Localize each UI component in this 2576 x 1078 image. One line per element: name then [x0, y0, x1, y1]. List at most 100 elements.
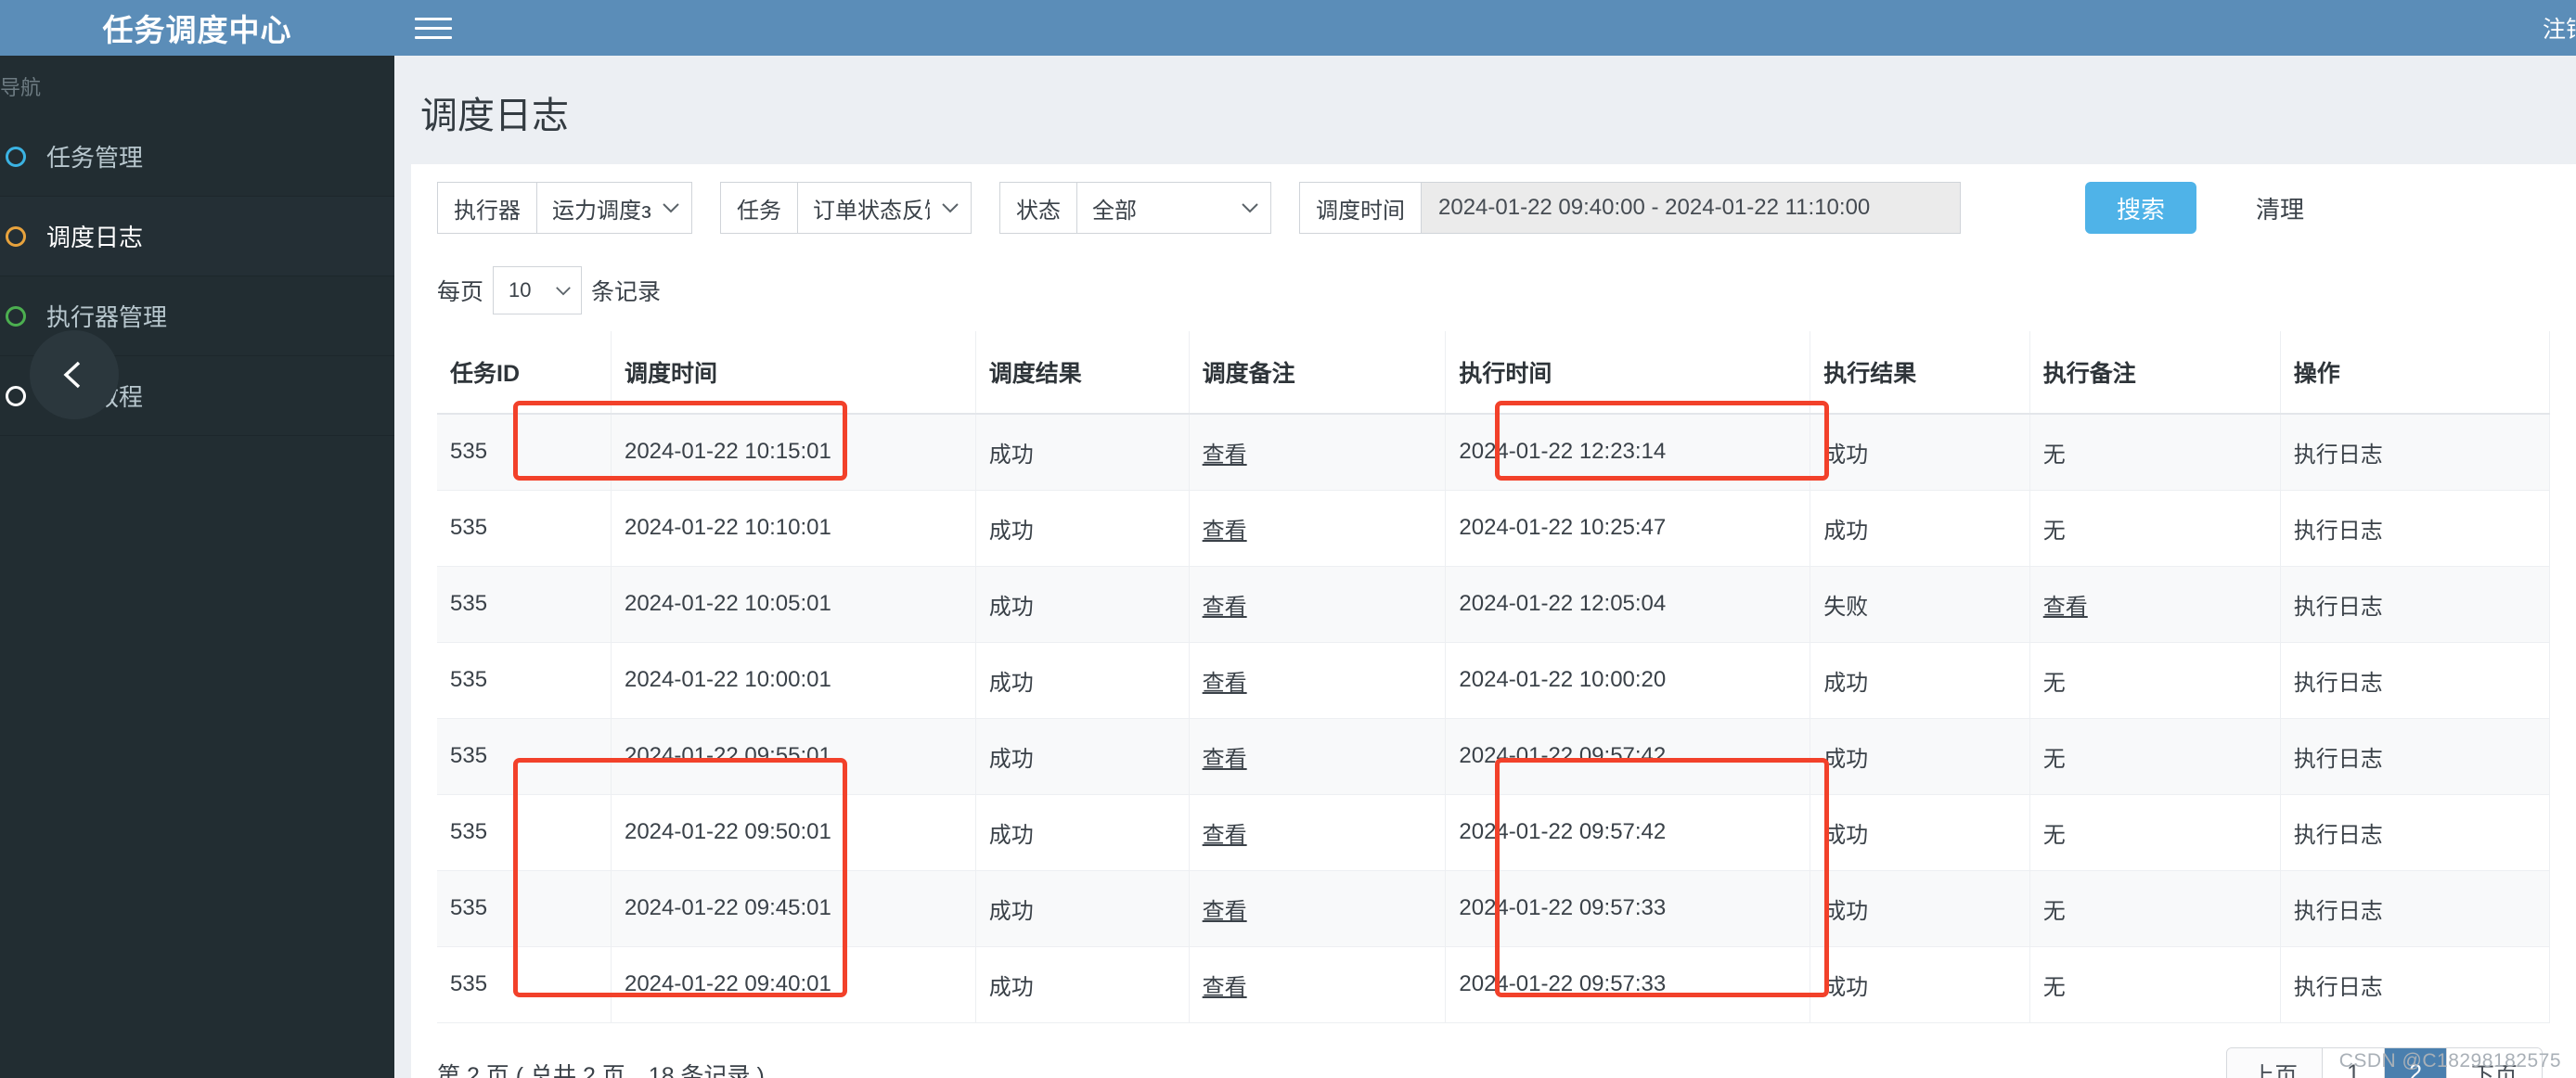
cell-sched-time: 2024-01-22 10:05:01	[611, 566, 976, 643]
logout-link[interactable]: 注销	[2543, 11, 2576, 45]
filter-status: 状态 全部	[999, 182, 1271, 234]
column-header-job-id: 任务ID	[437, 331, 612, 415]
watermark: CSDN @C18298182575	[2338, 1050, 2561, 1072]
cell-exec-time: 2024-01-22 12:05:04	[1445, 566, 1811, 643]
cell-sched-result: 成功	[975, 794, 1190, 871]
filter-status-value: 全部	[1092, 198, 1137, 224]
cell-exec-remark[interactable]: 查看	[2029, 566, 2281, 643]
cell-exec-remark: 无	[2029, 946, 2281, 1023]
cell-exec-remark: 无	[2029, 794, 2281, 871]
cell-sched-time: 2024-01-22 09:55:01	[611, 718, 976, 795]
cell-job-id[interactable]: 535	[437, 946, 612, 1023]
cell-job-id[interactable]: 535	[437, 870, 612, 947]
clear-button[interactable]: 清理	[2224, 182, 2336, 234]
cell-job-id[interactable]: 535	[437, 642, 612, 719]
cell-exec-remark: 无	[2029, 642, 2281, 719]
page-title: 调度日志	[420, 96, 569, 136]
hamburger-line	[415, 26, 452, 30]
cell-exec-remark: 无	[2029, 718, 2281, 795]
hamburger-icon[interactable]	[415, 12, 452, 44]
filter-executor: 执行器 运力调度з	[437, 182, 692, 234]
search-button[interactable]: 搜索	[2085, 182, 2197, 234]
circle-icon	[6, 225, 26, 247]
cell-operation[interactable]: 执行日志	[2280, 566, 2551, 643]
main-content: 调度日志 执行器 运力调度з 任务 订单状态反 状态 全部 调度时间 2024-…	[394, 56, 2576, 1078]
cell-operation[interactable]: 执行日志	[2280, 490, 2551, 567]
chevron-down-icon	[1242, 203, 1258, 213]
page-size-select[interactable]: 10	[493, 266, 583, 314]
cell-sched-remark[interactable]: 查看	[1189, 490, 1447, 567]
cell-operation[interactable]: 执行日志	[2280, 870, 2551, 947]
table-row: 535 2024-01-22 10:15:01 成功 查看 2024-01-22…	[437, 414, 2551, 491]
cell-operation[interactable]: 执行日志	[2280, 794, 2551, 871]
cell-job-id[interactable]: 535	[437, 414, 612, 491]
cell-operation[interactable]: 执行日志	[2280, 946, 2551, 1023]
cell-sched-remark[interactable]: 查看	[1189, 718, 1447, 795]
column-header-sched-time: 调度时间	[611, 331, 976, 415]
column-header-exec-result: 执行结果	[1810, 331, 2030, 415]
brand-title: 任务调度中心	[0, 0, 394, 56]
cell-sched-result: 成功	[975, 490, 1190, 567]
cell-sched-result: 成功	[975, 946, 1190, 1023]
filter-time-input[interactable]: 2024-01-22 09:40:00 - 2024-01-22 11:10:0…	[1421, 182, 1961, 234]
filter-status-label: 状态	[999, 182, 1076, 234]
sidebar-item-label: 任务管理	[46, 144, 144, 172]
top-bar: 任务调度中心 注销	[0, 0, 2576, 56]
table-head: 任务ID 调度时间 调度结果 调度备注 执行时间 执行结果 执行备注 操作	[437, 331, 2551, 415]
cell-exec-time: 2024-01-22 09:57:33	[1445, 870, 1811, 947]
chevron-down-icon	[556, 286, 571, 295]
cell-sched-time: 2024-01-22 10:15:01	[611, 414, 976, 491]
cell-sched-remark[interactable]: 查看	[1189, 794, 1447, 871]
cell-operation[interactable]: 执行日志	[2280, 718, 2551, 795]
sidebar-item-label: 执行器管理	[46, 303, 168, 331]
cell-exec-result: 成功	[1810, 946, 2030, 1023]
cell-exec-time: 2024-01-22 10:25:47	[1445, 490, 1811, 567]
circle-icon	[6, 385, 26, 406]
page-size-suffix: 条记录	[591, 279, 662, 305]
schedule-log-table: 任务ID 调度时间 调度结果 调度备注 执行时间 执行结果 执行备注 操作 53…	[437, 331, 2551, 1023]
sidebar-item-task-management[interactable]: 任务管理	[0, 117, 394, 197]
cell-sched-time: 2024-01-22 09:40:01	[611, 946, 976, 1023]
sidebar-item-schedule-log[interactable]: 调度日志	[0, 197, 394, 276]
cell-sched-remark[interactable]: 查看	[1189, 566, 1447, 643]
cell-exec-result: 成功	[1810, 490, 2030, 567]
cell-operation[interactable]: 执行日志	[2280, 642, 2551, 719]
column-header-exec-time: 执行时间	[1445, 331, 1811, 415]
cell-sched-remark[interactable]: 查看	[1189, 946, 1447, 1023]
column-header-operation: 操作	[2280, 331, 2551, 415]
cell-job-id[interactable]: 535	[437, 794, 612, 871]
table-footer: 第 2 页 ( 总共 2 页，18 条记录 ) 上页 1 2 下页	[411, 1022, 2576, 1078]
filter-job-value: 订单状态反馈	[813, 198, 930, 224]
cell-exec-remark: 无	[2029, 870, 2281, 947]
cell-exec-result: 成功	[1810, 870, 2030, 947]
table-header-row: 任务ID 调度时间 调度结果 调度备注 执行时间 执行结果 执行备注 操作	[437, 331, 2551, 415]
filter-status-select[interactable]: 全部	[1076, 182, 1271, 234]
table-row: 535 2024-01-22 10:05:01 成功 查看 2024-01-22…	[437, 566, 2551, 643]
cell-sched-remark[interactable]: 查看	[1189, 870, 1447, 947]
filter-time-label: 调度时间	[1299, 182, 1421, 234]
cell-job-id[interactable]: 535	[437, 566, 612, 643]
filter-executor-select[interactable]: 运力调度з	[536, 182, 692, 234]
filter-job-label: 任务	[720, 182, 797, 234]
cell-exec-remark: 无	[2029, 414, 2281, 491]
cell-exec-time: 2024-01-22 09:57:42	[1445, 718, 1811, 795]
pagination-summary: 第 2 页 ( 总共 2 页，18 条记录 )	[437, 1062, 765, 1078]
cell-sched-result: 成功	[975, 718, 1190, 795]
page-size-value: 10	[509, 278, 532, 302]
app-root: 任务调度中心 注销 导航 任务管理 调度日志 执行器管	[0, 0, 2576, 1078]
chevron-down-icon	[942, 203, 959, 213]
cell-job-id[interactable]: 535	[437, 490, 612, 567]
cell-sched-result: 成功	[975, 566, 1190, 643]
page-size-row: 每页 10 条记录	[411, 251, 2576, 331]
pagination-prev[interactable]: 上页	[2227, 1047, 2324, 1078]
filter-job-select[interactable]: 订单状态反馈	[797, 182, 972, 234]
cell-exec-remark: 无	[2029, 490, 2281, 567]
cell-sched-remark[interactable]: 查看	[1189, 414, 1447, 491]
cell-exec-result: 成功	[1810, 794, 2030, 871]
filter-time-range: 调度时间 2024-01-22 09:40:00 - 2024-01-22 11…	[1299, 182, 1961, 234]
cell-job-id[interactable]: 535	[437, 718, 612, 795]
table-body: 535 2024-01-22 10:15:01 成功 查看 2024-01-22…	[437, 414, 2551, 1023]
sidebar-collapse-button[interactable]	[30, 330, 119, 419]
cell-sched-remark[interactable]: 查看	[1189, 642, 1447, 719]
cell-operation[interactable]: 执行日志	[2280, 414, 2551, 491]
